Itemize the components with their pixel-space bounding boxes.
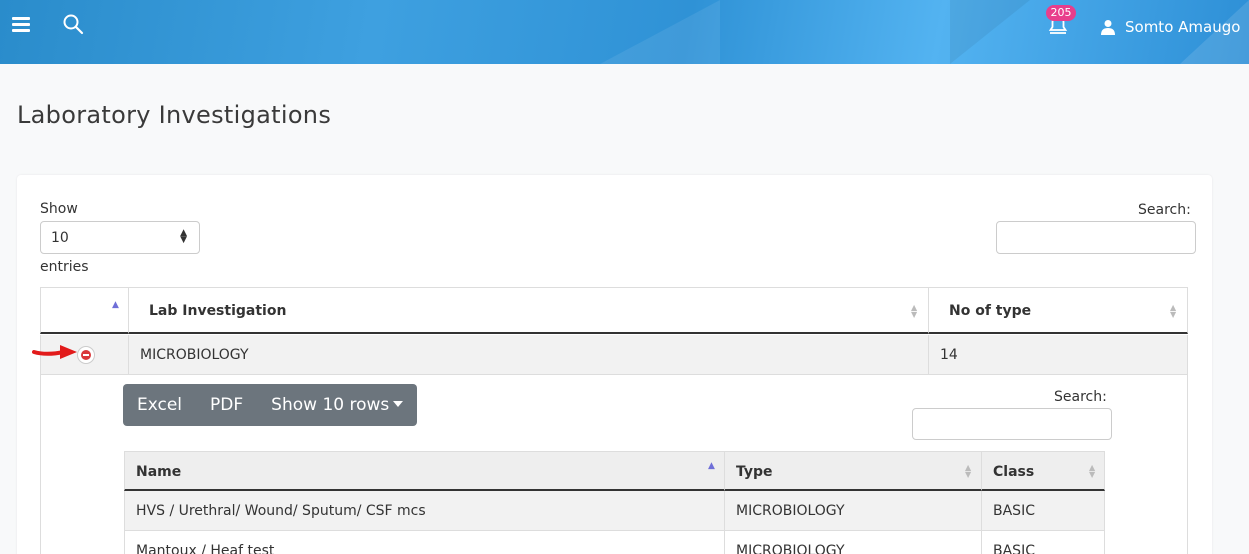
- collapse-row-button[interactable]: [77, 346, 95, 364]
- page-title: Laboratory Investigations: [17, 101, 332, 129]
- column-header-type[interactable]: Type ▲ ▼: [724, 451, 981, 491]
- user-name: Somto Amaugo: [1125, 18, 1241, 36]
- column-header-label: Lab Investigation: [149, 303, 287, 319]
- pdf-button[interactable]: PDF: [196, 384, 257, 426]
- entries-select-value: 10: [51, 230, 69, 246]
- class-cell: BASIC: [981, 531, 1105, 554]
- entries-select[interactable]: 10 ▲ ▼: [40, 221, 200, 254]
- sort-icon: ▲ ▼: [965, 463, 972, 479]
- show-label: Show: [40, 201, 78, 217]
- column-header-label: No of type: [949, 303, 1032, 319]
- notification-badge: 205: [1046, 5, 1076, 21]
- sort-icon: ▲ ▼: [1089, 463, 1096, 479]
- sort-asc-icon: ▲: [708, 461, 715, 471]
- column-header-name[interactable]: Name ▲: [124, 451, 724, 491]
- table-row[interactable]: HVS / Urethral/ Wound/ Sputum/ CSF mcs M…: [124, 491, 1105, 531]
- column-header-class[interactable]: Class ▲ ▼: [981, 451, 1105, 491]
- red-arrow-icon: [32, 345, 77, 359]
- search-icon[interactable]: [62, 13, 84, 35]
- export-button-group: Excel PDF Show 10 rows: [123, 384, 418, 426]
- show-rows-button[interactable]: Show 10 rows: [257, 384, 417, 426]
- header-decoration: [950, 0, 1030, 64]
- child-search-input[interactable]: [912, 408, 1112, 440]
- minus-circle-icon: [81, 350, 91, 360]
- column-header-control[interactable]: ▲: [40, 287, 128, 334]
- no-of-type-cell: 14: [928, 335, 1188, 375]
- sort-icon: ▲ ▼: [911, 303, 918, 319]
- type-cell: MICROBIOLOGY: [724, 531, 981, 554]
- search-label: Search:: [1138, 202, 1191, 218]
- sort-icon: ▲ ▼: [1170, 303, 1177, 319]
- user-icon: [1101, 20, 1115, 35]
- type-cell: MICROBIOLOGY: [724, 491, 981, 531]
- class-cell: BASIC: [981, 491, 1105, 531]
- name-cell: HVS / Urethral/ Wound/ Sputum/ CSF mcs: [124, 491, 724, 531]
- table-row[interactable]: Mantoux / Heaf test MICROBIOLOGY BASIC: [124, 531, 1105, 554]
- select-arrows-icon: ▲ ▼: [180, 228, 187, 245]
- user-menu[interactable]: Somto Amaugo: [1100, 17, 1240, 37]
- lab-investigation-cell: MICROBIOLOGY: [128, 335, 928, 375]
- header-decoration: [600, 0, 720, 64]
- caret-down-icon: [393, 401, 404, 407]
- column-header-lab-investigation[interactable]: Lab Investigation ▲ ▼: [128, 287, 928, 334]
- excel-button[interactable]: Excel: [123, 384, 196, 426]
- sort-asc-icon: ▲: [112, 300, 119, 310]
- table-row[interactable]: MICROBIOLOGY 14: [40, 335, 1188, 375]
- child-search-label: Search:: [1054, 389, 1107, 405]
- entries-label: entries: [40, 259, 89, 275]
- show-rows-label: Show 10 rows: [271, 395, 390, 415]
- column-header-label: Name: [136, 464, 182, 480]
- column-header-no-of-type[interactable]: No of type ▲ ▼: [928, 287, 1188, 334]
- menu-icon[interactable]: [12, 17, 30, 33]
- search-input[interactable]: [996, 221, 1196, 254]
- column-header-label: Class: [993, 464, 1035, 480]
- name-cell: Mantoux / Heaf test: [124, 531, 724, 554]
- column-header-label: Type: [736, 464, 773, 480]
